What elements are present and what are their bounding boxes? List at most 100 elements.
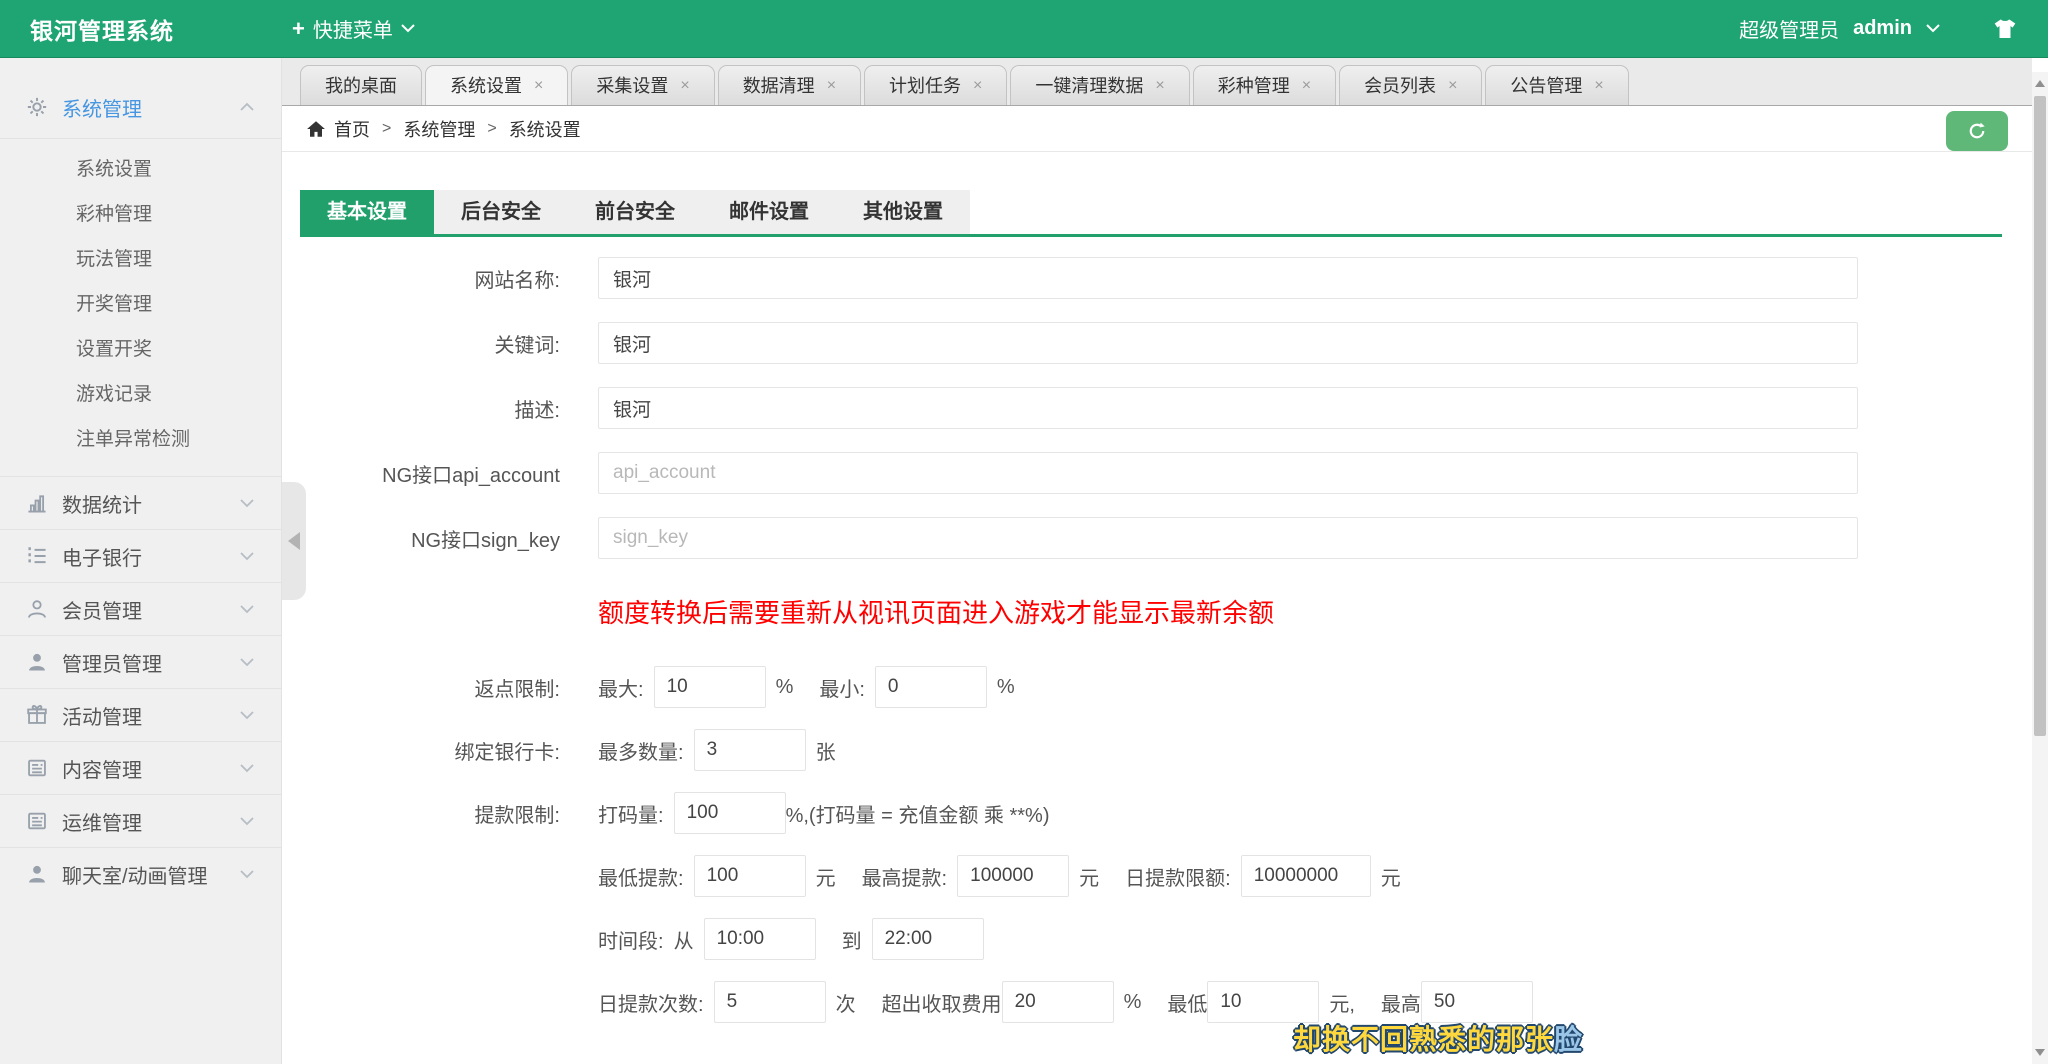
tab-label: 数据清理 xyxy=(743,67,815,105)
sidebar-item-lottery-mgmt[interactable]: 彩种管理 xyxy=(0,192,281,237)
close-icon[interactable]: × xyxy=(1594,78,1603,94)
close-icon[interactable]: × xyxy=(534,78,543,94)
scrollbar[interactable] xyxy=(2032,72,2048,1064)
field-label: 返点限制: xyxy=(300,673,560,702)
sidebar-group-ops[interactable]: 运维管理 xyxy=(0,795,281,847)
sidebar-item-bet-anomaly[interactable]: 注单异常检测 xyxy=(0,417,281,462)
sidebar-item-draw-mgmt[interactable]: 开奖管理 xyxy=(0,282,281,327)
scroll-up-arrow-icon[interactable] xyxy=(2035,80,2045,87)
form-row-withdraw-amounts: 最低提款: 元 最高提款: 元 日提款限额: 元 xyxy=(300,855,2002,897)
yuan-unit: 元 xyxy=(1079,862,1099,891)
tab-scheduled-tasks[interactable]: 计划任务 × xyxy=(864,65,1007,105)
tab-one-key-cleanup[interactable]: 一键清理数据 × xyxy=(1010,65,1189,105)
sidebar-submenu-system: 系统设置 彩种管理 玩法管理 开奖管理 设置开奖 游戏记录 注单异常检测 xyxy=(0,139,281,476)
field-label: 提款限制: xyxy=(300,799,560,828)
time-to-input[interactable] xyxy=(872,918,984,960)
bet-volume-label: 打码量: xyxy=(598,799,664,828)
chevron-down-icon xyxy=(401,24,415,33)
tab-label: 系统设置 xyxy=(450,67,522,105)
form-row-ng-sign-key: NG接口sign_key xyxy=(300,517,2002,559)
tab-label: 公告管理 xyxy=(1510,67,1582,105)
subtab-basic[interactable]: 基本设置 xyxy=(300,190,434,234)
daily-times-input[interactable] xyxy=(714,981,826,1023)
field-label: 关键词: xyxy=(300,329,560,358)
subtab-backend-security[interactable]: 后台安全 xyxy=(434,190,568,234)
keywords-input[interactable] xyxy=(598,322,1858,364)
rebate-min-input[interactable] xyxy=(875,666,987,708)
chevron-down-icon xyxy=(239,498,255,508)
tab-system-settings[interactable]: 系统设置 × xyxy=(425,65,568,105)
daily-limit-input[interactable] xyxy=(1241,855,1371,897)
max-withdraw-input[interactable] xyxy=(957,855,1069,897)
sidebar-item-game-records[interactable]: 游戏记录 xyxy=(0,372,281,417)
theme-shirt-icon[interactable] xyxy=(1992,18,2018,40)
description-input[interactable] xyxy=(598,387,1858,429)
sidebar-group-label: 管理员管理 xyxy=(62,648,239,677)
user-menu[interactable]: 超级管理员 admin xyxy=(1739,14,1940,43)
sidebar-group-activities[interactable]: 活动管理 xyxy=(0,689,281,741)
user-outline-icon xyxy=(26,598,48,620)
quick-menu-label: 快捷菜单 xyxy=(313,14,393,43)
tab-my-desktop[interactable]: 我的桌面 xyxy=(300,65,422,105)
sidebar-item-set-draw[interactable]: 设置开奖 xyxy=(0,327,281,372)
tab-collect-settings[interactable]: 采集设置 × xyxy=(571,65,714,105)
bet-volume-input[interactable] xyxy=(674,792,786,834)
time-from-input[interactable] xyxy=(704,918,816,960)
form-row-bank-card: 绑定银行卡: 最多数量: 张 xyxy=(300,729,2002,771)
fee-max-input[interactable] xyxy=(1421,981,1533,1023)
site-name-input[interactable] xyxy=(598,257,1858,299)
sidebar-item-play-mgmt[interactable]: 玩法管理 xyxy=(0,237,281,282)
min-withdraw-label: 最低提款: xyxy=(598,862,684,891)
tab-lottery-mgmt[interactable]: 彩种管理 × xyxy=(1193,65,1336,105)
home-icon xyxy=(306,120,326,138)
breadcrumb-level1[interactable]: 系统管理 xyxy=(403,116,475,142)
min-withdraw-input[interactable] xyxy=(694,855,806,897)
field-label: 绑定银行卡: xyxy=(300,736,560,765)
subtab-other[interactable]: 其他设置 xyxy=(836,190,970,234)
form-row-rebate-limit: 返点限制: 最大: % 最小: % xyxy=(300,666,2002,708)
yuan-unit: 元 xyxy=(1381,862,1401,891)
tab-data-cleanup[interactable]: 数据清理 × xyxy=(718,65,861,105)
fee-min-input[interactable] xyxy=(1207,981,1319,1023)
excess-fee-input[interactable] xyxy=(1002,981,1114,1023)
scroll-down-arrow-icon[interactable] xyxy=(2035,1049,2045,1056)
sidebar-group-statistics[interactable]: 数据统计 xyxy=(0,477,281,529)
form-row-description: 描述: xyxy=(300,387,2002,429)
sidebar-group-members[interactable]: 会员管理 xyxy=(0,583,281,635)
tab-announcement-mgmt[interactable]: 公告管理 × xyxy=(1485,65,1628,105)
chevron-down-icon xyxy=(239,551,255,561)
breadcrumb-home[interactable]: 首页 xyxy=(334,116,370,142)
refresh-icon xyxy=(1965,119,1989,143)
sidebar-collapse-handle[interactable] xyxy=(282,482,306,600)
sidebar-group-chatroom[interactable]: 聊天室/动画管理 xyxy=(0,848,281,900)
close-icon[interactable]: × xyxy=(827,78,836,94)
admin-page: 银河管理系统 + 快捷菜单 超级管理员 admin 系统管理 xyxy=(0,0,2048,1064)
sidebar-group-admins[interactable]: 管理员管理 xyxy=(0,636,281,688)
sidebar-group-system[interactable]: 系统管理 xyxy=(0,76,281,138)
window-tabstrip: 我的桌面 系统设置 × 采集设置 × 数据清理 × 计划任务 × 一键清理数据 … xyxy=(282,58,2032,106)
main-area: 我的桌面 系统设置 × 采集设置 × 数据清理 × 计划任务 × 一键清理数据 … xyxy=(282,58,2032,1064)
quick-menu-button[interactable]: + 快捷菜单 xyxy=(292,14,415,43)
refresh-button[interactable] xyxy=(1946,111,2008,151)
form-row-ng-account: NG接口api_account xyxy=(300,452,2002,494)
tab-member-list[interactable]: 会员列表 × xyxy=(1339,65,1482,105)
rebate-max-input[interactable] xyxy=(654,666,766,708)
close-icon[interactable]: × xyxy=(973,78,982,94)
close-icon[interactable]: × xyxy=(1302,78,1311,94)
percent-unit: % xyxy=(776,676,794,699)
close-icon[interactable]: × xyxy=(1448,78,1457,94)
bank-card-count-input[interactable] xyxy=(694,729,806,771)
yuan-unit: 元 xyxy=(816,862,836,891)
close-icon[interactable]: × xyxy=(680,78,689,94)
subtab-mail[interactable]: 邮件设置 xyxy=(702,190,836,234)
ng-api-account-input[interactable] xyxy=(598,452,1858,494)
sidebar-item-system-settings[interactable]: 系统设置 xyxy=(0,147,281,192)
scrollbar-thumb[interactable] xyxy=(2034,96,2046,736)
sidebar-group-ebank[interactable]: 电子银行 xyxy=(0,530,281,582)
subtab-frontend-security[interactable]: 前台安全 xyxy=(568,190,702,234)
subtitle-text: 却换不回熟悉的那张 xyxy=(1293,1024,1554,1055)
ng-sign-key-input[interactable] xyxy=(598,517,1858,559)
close-icon[interactable]: × xyxy=(1155,78,1164,94)
sidebar-group-content[interactable]: 内容管理 xyxy=(0,742,281,794)
tab-label: 一键清理数据 xyxy=(1035,67,1143,105)
